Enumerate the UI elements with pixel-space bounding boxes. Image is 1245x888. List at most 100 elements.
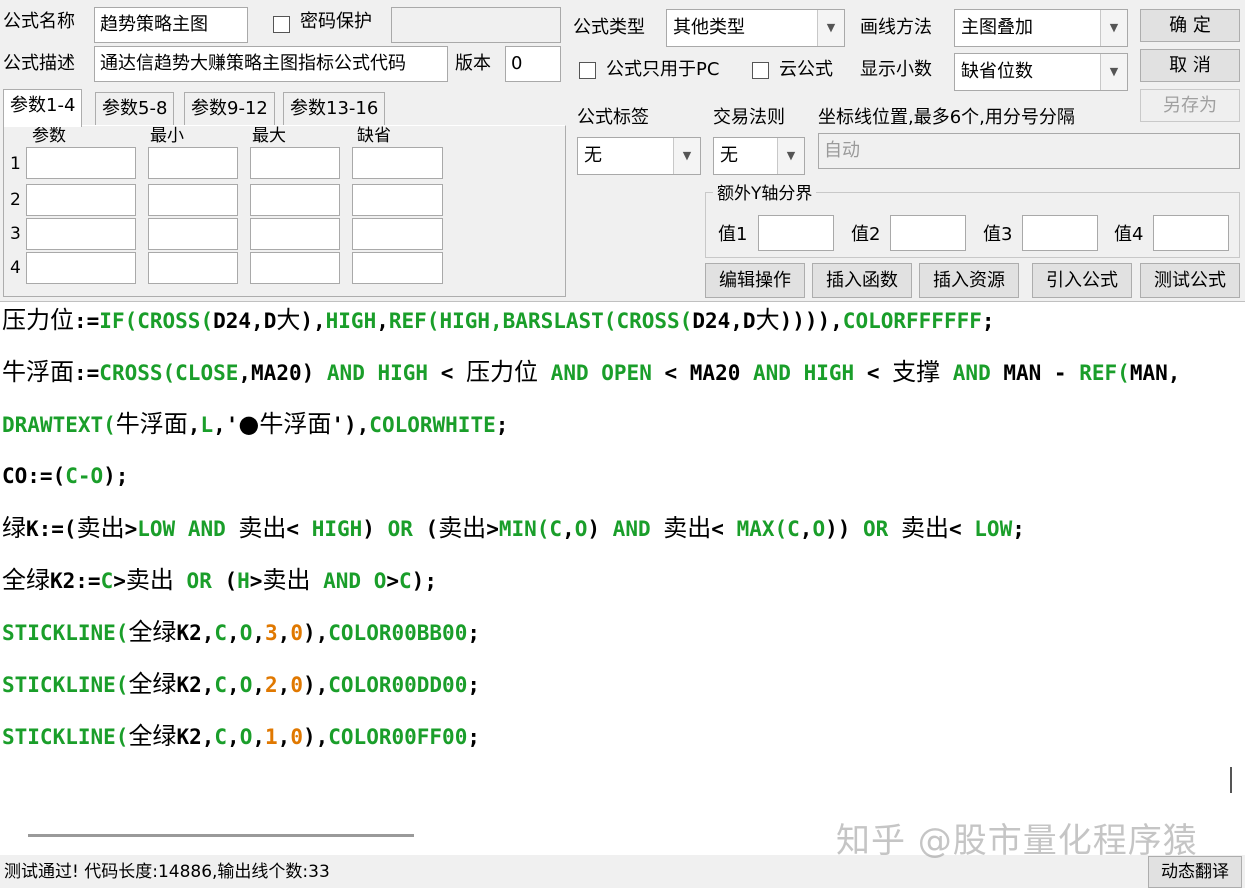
param-default-input[interactable] xyxy=(352,252,443,284)
code-token: 大 xyxy=(755,306,780,334)
param-max-input[interactable] xyxy=(250,252,340,284)
code-line: 牛浮面:=CROSS(CLOSE,MA20) AND HIGH < 压力位 AN… xyxy=(2,358,1180,388)
code-token: IF(CROSS( xyxy=(99,309,214,333)
param-name-input[interactable] xyxy=(26,147,136,179)
code-token: ), xyxy=(302,725,329,749)
trade-rule-value: 无 xyxy=(720,145,738,166)
insert-function-button[interactable]: 插入函数 xyxy=(812,263,912,298)
code-token: K2:= xyxy=(50,569,101,593)
code-token: ), xyxy=(302,621,329,645)
code-token: 0 xyxy=(290,725,303,749)
pc-only-checkbox[interactable] xyxy=(579,62,596,79)
code-editor[interactable]: 压力位:=IF(CROSS(D24,D大),HIGH,REF(HIGH,BARS… xyxy=(0,301,1245,855)
code-token: STICKLINE( xyxy=(2,673,129,697)
formula-desc-label: 公式描述 xyxy=(3,53,75,74)
vertical-scrollbar-thumb[interactable] xyxy=(1230,767,1232,793)
code-token: DRAWTEXT( xyxy=(2,413,116,437)
code-line: STICKLINE(全绿K2,C,O,1,0),COLOR00FF00; xyxy=(2,722,480,752)
formula-tag-select[interactable]: 无 ▼ xyxy=(577,137,701,175)
draw-method-label: 画线方法 xyxy=(860,17,932,38)
param-min-input[interactable] xyxy=(148,218,238,250)
save-as-button[interactable]: 另存为 xyxy=(1140,89,1240,122)
param-name-input[interactable] xyxy=(26,218,136,250)
test-formula-button[interactable]: 测试公式 xyxy=(1140,263,1240,298)
value1-input[interactable] xyxy=(758,215,834,251)
param-default-input[interactable] xyxy=(352,218,443,250)
code-token: L xyxy=(200,413,214,437)
code-token: 卖出 xyxy=(125,566,174,594)
param-name-input[interactable] xyxy=(26,252,136,284)
code-token: > xyxy=(486,517,499,541)
import-formula-button[interactable]: 引入公式 xyxy=(1032,263,1132,298)
version-input[interactable]: 0 xyxy=(505,46,561,82)
pc-only-label: 公式只用于PC xyxy=(606,59,720,80)
tab-params-9-12[interactable]: 参数9-12 xyxy=(184,92,275,126)
param-min-input[interactable] xyxy=(148,252,238,284)
param-name-input[interactable] xyxy=(26,184,136,216)
param-min-input[interactable] xyxy=(148,184,238,216)
value4-label: 值4 xyxy=(1114,224,1144,245)
param-max-input[interactable] xyxy=(250,218,340,250)
code-token: COLORWHITE xyxy=(369,413,496,437)
chevron-down-icon: ▼ xyxy=(817,10,844,46)
code-token: ), xyxy=(302,673,329,697)
code-token: 卖出 xyxy=(238,514,287,542)
password-checkbox[interactable] xyxy=(273,16,290,33)
dynamic-translate-button[interactable]: 动态翻译 xyxy=(1148,856,1242,888)
code-token: ; xyxy=(467,621,480,645)
tab-params-13-16[interactable]: 参数13-16 xyxy=(283,92,386,126)
param-min-input[interactable] xyxy=(148,147,238,179)
coord-line-input[interactable]: 自动 xyxy=(818,133,1240,169)
code-token: AND xyxy=(323,569,362,593)
param-default-input[interactable] xyxy=(352,184,443,216)
code-token: OR xyxy=(863,517,889,541)
param-header-name: 参数 xyxy=(32,126,66,146)
edit-operation-button[interactable]: 编辑操作 xyxy=(705,263,805,298)
code-token: , xyxy=(730,309,743,333)
formula-name-input[interactable]: 趋势策略主图 xyxy=(94,7,248,43)
value3-input[interactable] xyxy=(1022,215,1098,251)
code-token: C xyxy=(214,725,228,749)
code-token: < xyxy=(711,517,737,541)
code-token: MAX(C xyxy=(736,517,800,541)
code-token: 全绿 xyxy=(128,618,177,646)
code-token: 3 xyxy=(265,621,278,645)
ok-button[interactable]: 确 定 xyxy=(1140,9,1240,42)
cloud-checkbox[interactable] xyxy=(752,62,769,79)
decimals-value: 缺省位数 xyxy=(961,61,1033,82)
formula-type-label: 公式类型 xyxy=(573,17,645,38)
code-token: < xyxy=(854,361,893,385)
code-token: AND xyxy=(326,361,365,385)
decimals-select[interactable]: 缺省位数 ▼ xyxy=(954,53,1128,91)
password-input[interactable] xyxy=(391,7,561,43)
code-token: C-O xyxy=(65,464,104,488)
code-line: DRAWTEXT(牛浮面,L,'●牛浮面'),COLORWHITE; xyxy=(2,410,508,440)
param-max-input[interactable] xyxy=(250,147,340,179)
formula-name-label: 公式名称 xyxy=(3,11,75,32)
code-token: C xyxy=(214,673,228,697)
trade-rule-label: 交易法则 xyxy=(713,107,785,128)
trade-rule-select[interactable]: 无 ▼ xyxy=(713,137,805,175)
code-token: K2, xyxy=(176,673,215,697)
draw-method-select[interactable]: 主图叠加 ▼ xyxy=(954,9,1128,47)
code-token: 全绿 xyxy=(128,670,177,698)
param-default-input[interactable] xyxy=(352,147,443,179)
tab-params-5-8[interactable]: 参数5-8 xyxy=(95,92,175,126)
tab-params-1-4[interactable]: 参数1-4 xyxy=(3,89,83,127)
formula-desc-input[interactable]: 通达信趋势大赚策略主图指标公式代码 xyxy=(94,46,448,82)
insert-resource-button[interactable]: 插入资源 xyxy=(919,263,1019,298)
value2-label: 值2 xyxy=(851,224,881,245)
horizontal-scrollbar-thumb[interactable] xyxy=(28,834,414,837)
code-token: := xyxy=(74,309,100,333)
formula-type-select[interactable]: 其他类型 ▼ xyxy=(666,9,845,47)
cancel-button[interactable]: 取 消 xyxy=(1140,49,1240,82)
param-max-input[interactable] xyxy=(250,184,340,216)
value2-input[interactable] xyxy=(890,215,966,251)
code-token: AND xyxy=(952,361,991,385)
value4-input[interactable] xyxy=(1153,215,1229,251)
code-token: ●牛浮面 xyxy=(238,410,332,438)
